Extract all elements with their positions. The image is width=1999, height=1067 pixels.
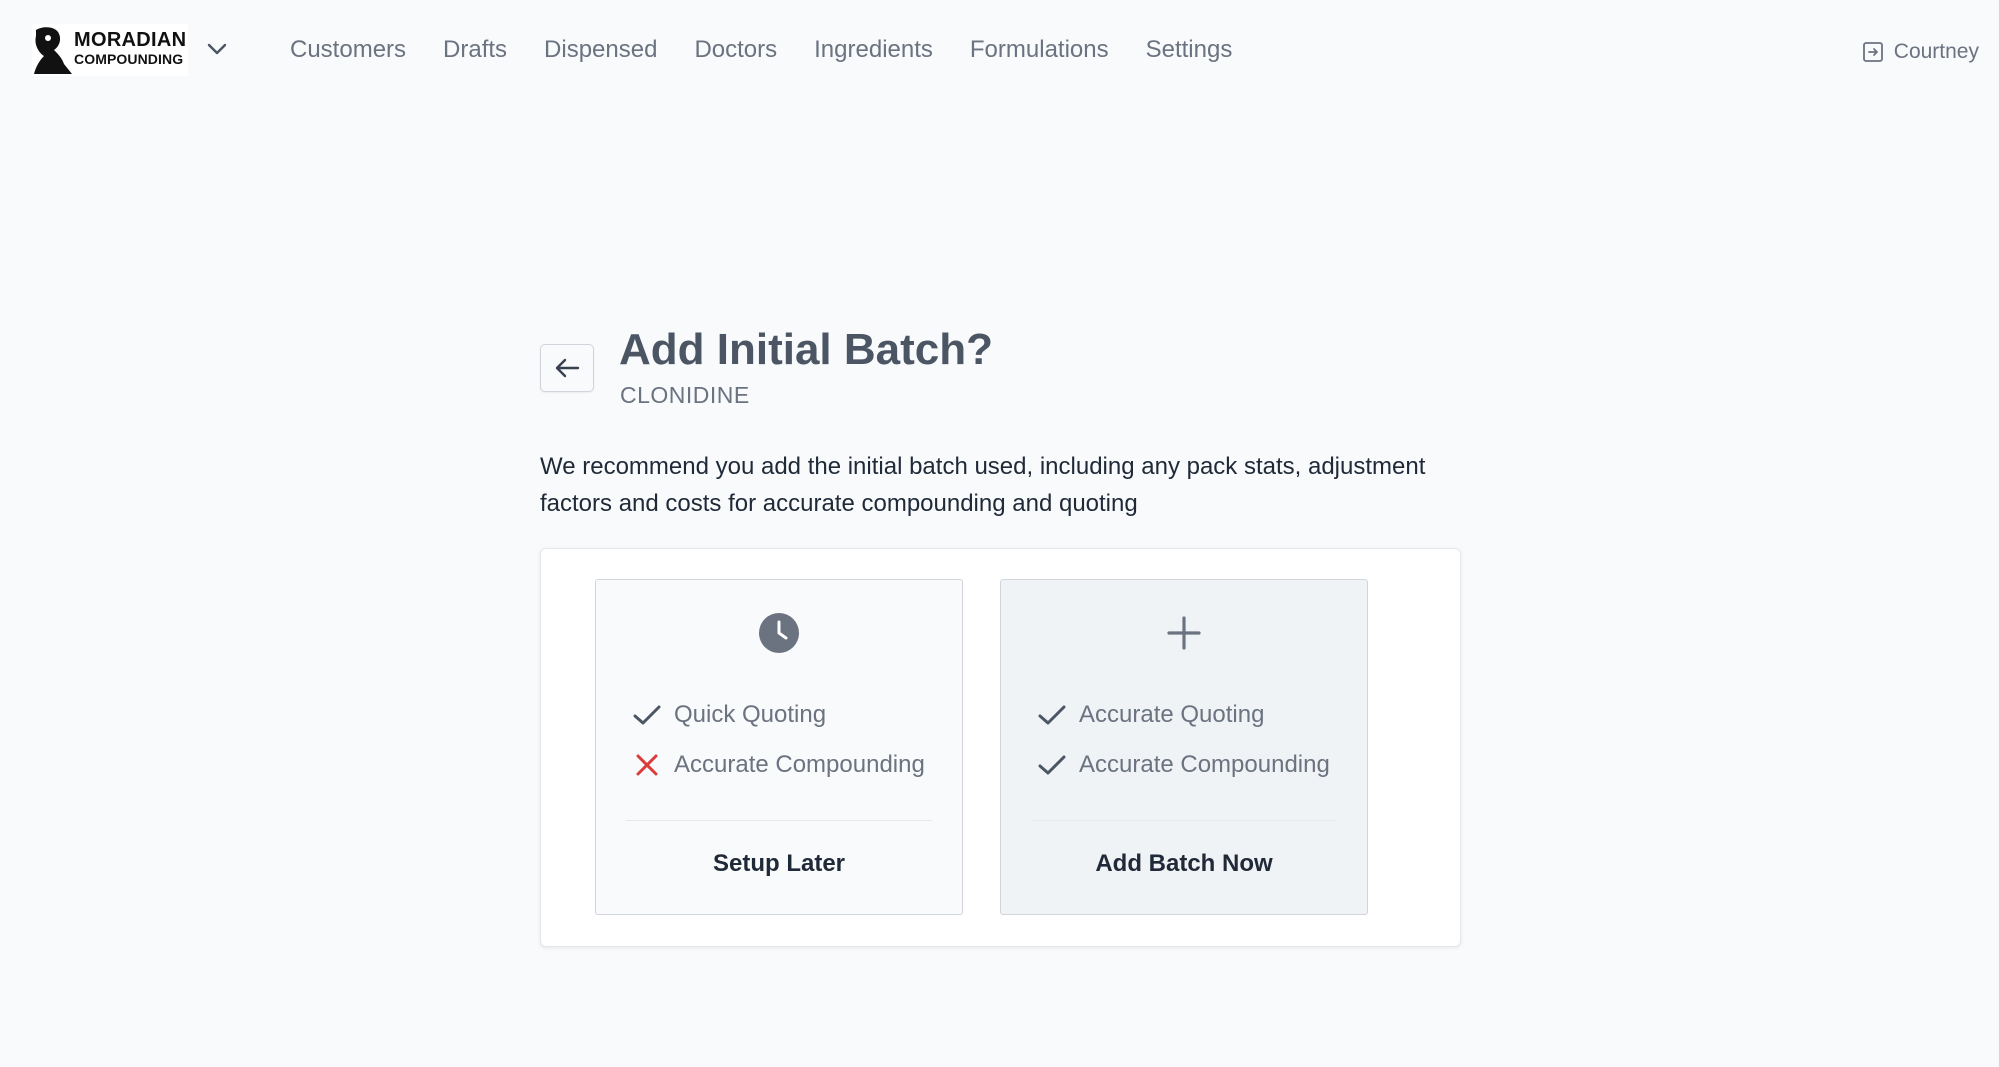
batch-options-panel: Quick Quoting Accurate Compounding Setup… [540,548,1461,947]
setup-later-button[interactable]: Setup Later [596,850,962,878]
feature-label: Accurate Compounding [1079,751,1330,778]
nav-doctors[interactable]: Doctors [694,30,777,70]
nav-customers[interactable]: Customers [290,30,406,70]
nav-drafts[interactable]: Drafts [443,30,507,70]
option-divider [1031,820,1337,821]
brand-logo[interactable]: MORADIAN COMPOUNDING [32,24,188,76]
plus-icon [1167,616,1201,650]
feature-label: Quick Quoting [674,701,827,728]
cross-icon [636,754,658,776]
feature-label: Accurate Quoting [1079,701,1265,728]
feature-item: Accurate Compounding [1037,750,1330,780]
main-nav: Customers Drafts Dispensed Doctors Ingre… [290,30,1269,70]
clock-icon [759,613,799,653]
arrow-left-icon [555,358,580,378]
nav-ingredients[interactable]: Ingredients [814,30,933,70]
feature-item: Quick Quoting [632,700,826,730]
page-title: Add Initial Batch? [619,325,993,374]
brand-menu-toggle[interactable] [204,38,230,60]
logout-icon [1862,42,1883,62]
brand-subname: COMPOUNDING [74,51,184,67]
nav-dispensed[interactable]: Dispensed [544,30,657,70]
setup-later-option[interactable]: Quick Quoting Accurate Compounding Setup… [595,579,963,915]
nav-settings[interactable]: Settings [1146,30,1233,70]
page-subtitle: CLONIDINE [620,382,750,408]
brand-name: MORADIAN [74,29,187,51]
back-button[interactable] [540,344,594,392]
feature-label: Accurate Compounding [674,751,925,778]
check-icon [1038,755,1066,775]
check-icon [1038,705,1066,725]
chevron-down-icon [207,43,227,55]
top-navigation-bar: MORADIAN COMPOUNDING Customers Drafts Di… [0,0,1999,100]
nav-formulations[interactable]: Formulations [970,30,1109,70]
add-batch-now-button[interactable]: Add Batch Now [1001,850,1367,878]
page-description: We recommend you add the initial batch u… [540,453,1426,517]
user-name: Courtney [1893,40,1979,63]
feature-item: Accurate Quoting [1037,700,1264,730]
add-batch-now-option[interactable]: Accurate Quoting Accurate Compounding Ad… [1000,579,1368,915]
feature-item: Accurate Compounding [632,750,925,780]
moradian-logo-icon [34,27,72,74]
check-icon [633,705,661,725]
user-menu[interactable]: Courtney [1862,40,1979,64]
option-divider [626,820,932,821]
